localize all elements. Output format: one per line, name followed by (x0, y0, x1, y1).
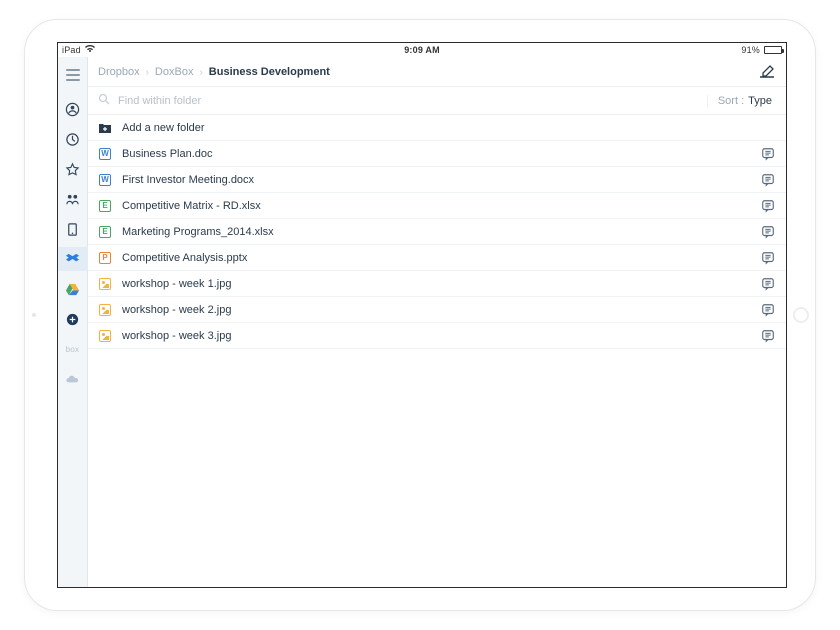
sidebar: box (58, 57, 88, 587)
chevron-right-icon: › (146, 67, 149, 78)
file-row[interactable]: E Marketing Programs_2014.xlsx (88, 219, 786, 245)
device-label: iPad (62, 45, 81, 55)
file-name: workshop - week 3.jpg (122, 330, 750, 342)
ppt-file-icon: P (98, 251, 112, 265)
sort-label: Sort : (718, 95, 744, 107)
file-name: Marketing Programs_2014.xlsx (122, 226, 750, 238)
sort-value: Type (748, 95, 772, 107)
annotate-icon[interactable] (760, 328, 776, 344)
file-name: workshop - week 1.jpg (122, 278, 750, 290)
breadcrumb-item[interactable]: DoxBox (155, 66, 194, 78)
clock-icon[interactable] (58, 127, 88, 151)
star-icon[interactable] (58, 157, 88, 181)
search-icon (98, 93, 110, 108)
file-row[interactable]: W Business Plan.doc (88, 141, 786, 167)
google-drive-icon[interactable] (58, 277, 88, 301)
file-row[interactable]: P Competitive Analysis.pptx (88, 245, 786, 271)
annotate-icon[interactable] (760, 198, 776, 214)
file-row[interactable]: workshop - week 3.jpg (88, 323, 786, 349)
tablet-speaker (32, 313, 36, 317)
menu-button[interactable] (58, 63, 88, 87)
add-folder-label: Add a new folder (122, 122, 776, 134)
search-input[interactable] (118, 95, 697, 107)
file-row[interactable]: W First Investor Meeting.docx (88, 167, 786, 193)
annotate-icon[interactable] (760, 276, 776, 292)
image-file-icon (98, 277, 112, 291)
excel-file-icon: E (98, 199, 112, 213)
status-bar: iPad 9:09 AM 91% (58, 43, 786, 57)
annotate-icon[interactable] (760, 224, 776, 240)
file-name: workshop - week 2.jpg (122, 304, 750, 316)
device-icon[interactable] (58, 217, 88, 241)
add-folder-row[interactable]: Add a new folder (88, 115, 786, 141)
file-row[interactable]: E Competitive Matrix - RD.xlsx (88, 193, 786, 219)
file-name: Business Plan.doc (122, 148, 750, 160)
user-icon[interactable] (58, 97, 88, 121)
status-time: 9:09 AM (404, 45, 440, 55)
wifi-icon (85, 45, 95, 55)
dropbox-icon[interactable] (58, 247, 88, 271)
file-list: Add a new folder W Business Plan.doc W Firs… (88, 115, 786, 587)
image-file-icon (98, 303, 112, 317)
annotate-icon[interactable] (760, 250, 776, 266)
file-row[interactable]: workshop - week 2.jpg (88, 297, 786, 323)
battery-pct: 91% (741, 45, 760, 55)
people-icon[interactable] (58, 187, 88, 211)
compose-button[interactable] (758, 64, 776, 80)
breadcrumb-item[interactable]: Dropbox (98, 66, 140, 78)
search-bar: Sort : Type (88, 87, 786, 115)
onedrive-business-icon[interactable] (58, 307, 88, 331)
image-file-icon (98, 329, 112, 343)
word-file-icon: W (98, 147, 112, 161)
breadcrumb: Dropbox › DoxBox › Business Development (88, 57, 786, 87)
add-folder-icon (98, 121, 112, 135)
breadcrumb-item: Business Development (209, 66, 330, 78)
annotate-icon[interactable] (760, 302, 776, 318)
onedrive-icon[interactable] (58, 367, 88, 391)
file-name: Competitive Analysis.pptx (122, 252, 750, 264)
excel-file-icon: E (98, 225, 112, 239)
word-file-icon: W (98, 173, 112, 187)
box-icon[interactable]: box (58, 337, 88, 361)
file-name: Competitive Matrix - RD.xlsx (122, 200, 750, 212)
file-row[interactable]: workshop - week 1.jpg (88, 271, 786, 297)
tablet-home-button[interactable] (793, 307, 809, 323)
sort-control[interactable]: Sort : Type (707, 95, 786, 107)
chevron-right-icon: › (199, 67, 202, 78)
file-name: First Investor Meeting.docx (122, 174, 750, 186)
annotate-icon[interactable] (760, 146, 776, 162)
battery-icon (764, 46, 782, 54)
annotate-icon[interactable] (760, 172, 776, 188)
